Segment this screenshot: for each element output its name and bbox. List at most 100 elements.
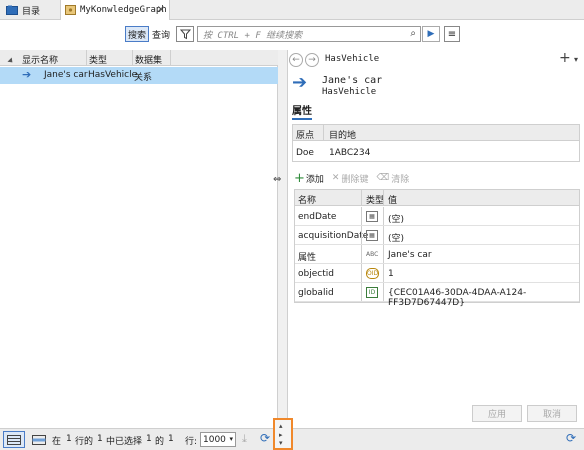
- origin-header: 原点: [296, 131, 315, 141]
- search-input[interactable]: 按 CTRL + F 继续搜索 ⌕: [197, 26, 421, 42]
- caret-up-icon: ▴: [279, 422, 283, 430]
- date-icon: ▦: [366, 211, 378, 222]
- eraser-icon: ⌫: [376, 173, 390, 183]
- clear-label: 清除: [391, 174, 410, 185]
- attribute-name: acquisitionDate: [298, 231, 369, 241]
- search-placeholder: 按 CTRL + F 继续搜索: [203, 30, 303, 41]
- destination-value[interactable]: 1ABC234: [329, 148, 370, 158]
- table-view-button[interactable]: [3, 431, 25, 448]
- attribute-actions: + 添加 ✕ 删除键 ⌫ 清除: [294, 170, 417, 186]
- catalog-icon: [6, 5, 18, 15]
- delete-icon: ✕: [331, 173, 340, 183]
- attribute-value[interactable]: 1: [388, 269, 394, 279]
- forward-button[interactable]: →: [305, 53, 319, 67]
- tab-knowledge-graph[interactable]: MyKonwledgeGraph ×: [60, 0, 170, 20]
- date-icon: ▦: [366, 230, 378, 241]
- results-table: 显示名称 类型 数据集 ➔ Jane's car HasVehicle 关系: [0, 50, 278, 428]
- refresh-details-icon[interactable]: ⟳: [566, 431, 576, 445]
- objectid-icon: OID: [366, 268, 380, 279]
- status-text-in: 在: [52, 437, 62, 447]
- attribute-name: objectid: [298, 269, 334, 279]
- query-mode-button[interactable]: 查询: [150, 26, 172, 42]
- search-mode-button[interactable]: 搜索: [125, 26, 149, 42]
- attributes-tab[interactable]: 属性: [292, 102, 312, 120]
- status-total: 1: [97, 434, 103, 444]
- refresh-icon[interactable]: ⟳: [260, 431, 270, 445]
- attribute-row[interactable]: 属性 ABC Jane's car: [295, 245, 579, 264]
- status-count: 1: [168, 434, 174, 444]
- table-view-icon: [7, 434, 21, 445]
- rows-label: 行:: [185, 437, 198, 447]
- resize-arrows-icon[interactable]: ⇔: [273, 174, 281, 185]
- relationship-arrow-icon: ➔: [292, 72, 308, 93]
- table-header: 显示名称 类型 数据集: [0, 50, 278, 66]
- selected-view-button[interactable]: [28, 431, 50, 448]
- status-row: 1: [66, 434, 72, 444]
- entity-name: Jane's car: [322, 75, 383, 86]
- clear-button[interactable]: ⌫ 清除: [376, 172, 409, 185]
- relationship-arrow-icon: ➔: [22, 68, 32, 81]
- attribute-row[interactable]: objectid OID 1: [295, 264, 579, 283]
- details-header-type: HasVehicle: [325, 54, 380, 64]
- rows-select[interactable]: 1000 ▾: [200, 432, 236, 447]
- add-icon[interactable]: +: [559, 50, 571, 66]
- apply-label: 应用: [487, 410, 506, 420]
- plus-icon: +: [294, 170, 305, 186]
- download-icon[interactable]: ⤓: [242, 432, 247, 446]
- caret-right-icon: ▸: [279, 431, 283, 439]
- search-mode-label: 搜索: [127, 30, 146, 41]
- tab-catalog[interactable]: 目录: [2, 0, 58, 20]
- attribute-row[interactable]: acquisitionDate ▦ (空): [295, 226, 579, 245]
- delete-key-button[interactable]: ✕ 删除键: [332, 172, 369, 185]
- chevron-down-icon[interactable]: ▾: [574, 55, 578, 64]
- endpoints-header: 原点 目的地: [293, 125, 579, 141]
- status-text-selected: 中已选择: [106, 437, 143, 447]
- value-column-header: 值: [388, 196, 398, 206]
- caret-down-icon: ▾: [279, 439, 283, 447]
- pane-splitter[interactable]: [278, 50, 288, 428]
- filter-button[interactable]: [176, 26, 194, 42]
- column-header-dataset[interactable]: 数据集: [135, 53, 162, 66]
- column-header-display-name[interactable]: 显示名称: [22, 53, 58, 66]
- search-icon[interactable]: ⌕: [410, 28, 416, 39]
- attribute-name: 属性: [298, 253, 317, 263]
- attribute-value[interactable]: Jane's car: [388, 250, 432, 260]
- cancel-button[interactable]: 取消: [527, 405, 577, 422]
- forward-icon: →: [308, 55, 316, 65]
- play-icon: ▶: [427, 29, 435, 39]
- menu-button[interactable]: ≡: [444, 26, 460, 42]
- add-attribute-button[interactable]: + 添加: [294, 171, 324, 186]
- attribute-row[interactable]: endDate ▦ (空): [295, 207, 579, 226]
- type-column-header: 类型: [366, 196, 385, 206]
- selected-view-icon: [32, 434, 46, 445]
- name-column-header: 名称: [298, 196, 317, 206]
- attribute-name: endDate: [298, 212, 337, 222]
- attribute-name: globalid: [298, 288, 334, 298]
- details-pane: ← → HasVehicle + ▾ ➔ Jane's car HasVehic…: [289, 50, 584, 428]
- globalid-icon: ID: [366, 287, 378, 298]
- chevron-down-icon: ▾: [229, 435, 233, 443]
- back-button[interactable]: ←: [289, 53, 303, 67]
- toolbar: 搜索 查询 按 CTRL + F 继续搜索 ⌕ ▶ ≡: [0, 20, 584, 48]
- origin-value[interactable]: Doe: [296, 148, 314, 158]
- attribute-value[interactable]: {CEC01A46-30DA-4DAA-A124-FF3D7D67447D}: [388, 288, 579, 308]
- attribute-value[interactable]: (空): [388, 231, 404, 244]
- attribute-row[interactable]: globalid ID {CEC01A46-30DA-4DAA-A124-FF3…: [295, 283, 579, 308]
- table-row[interactable]: ➔ Jane's car HasVehicle 关系: [0, 67, 278, 84]
- sort-icon[interactable]: [7, 57, 15, 65]
- column-header-type[interactable]: 类型: [89, 53, 107, 66]
- knowledge-graph-icon: [65, 5, 76, 15]
- entity-type: HasVehicle: [322, 87, 377, 97]
- add-label: 添加: [305, 174, 324, 185]
- status-selected: 1: [146, 434, 152, 444]
- query-mode-label: 查询: [151, 30, 170, 41]
- collapse-panel-toggle[interactable]: ▴ ▸ ▾: [273, 418, 293, 450]
- attributes-header: 名称 类型 值: [295, 190, 579, 206]
- apply-button[interactable]: 应用: [472, 405, 522, 422]
- back-icon: ←: [292, 55, 300, 65]
- close-icon[interactable]: ×: [157, 4, 165, 15]
- cell-type: HasVehicle: [88, 70, 138, 80]
- endpoints-table: 原点 目的地 Doe 1ABC234: [292, 124, 580, 162]
- run-search-button[interactable]: ▶: [422, 26, 440, 42]
- attribute-value[interactable]: (空): [388, 212, 404, 225]
